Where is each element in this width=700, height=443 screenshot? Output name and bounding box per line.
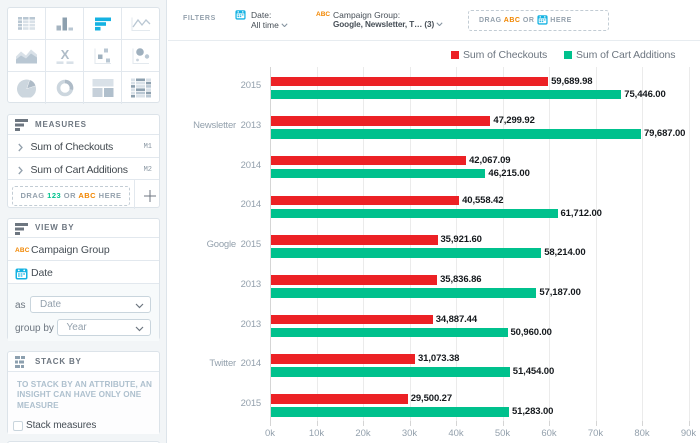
svg-text:X: X (60, 48, 69, 62)
